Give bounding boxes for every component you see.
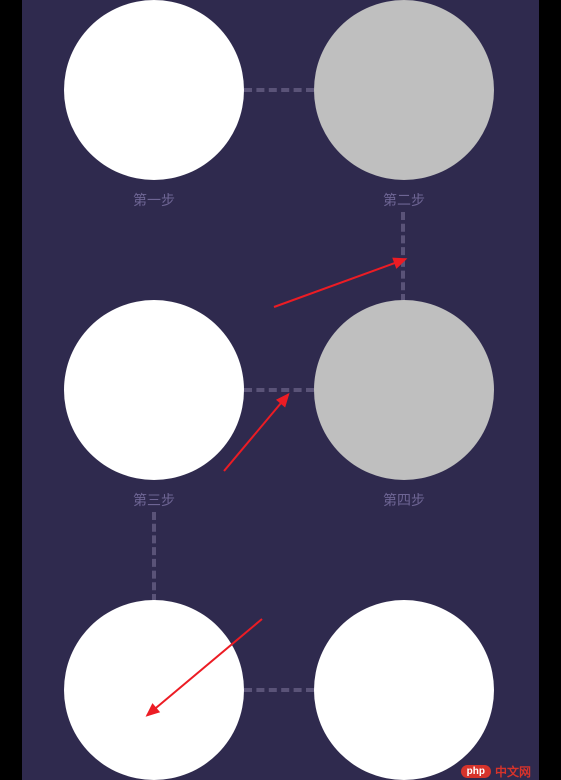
connector-step5-step6	[244, 688, 314, 692]
watermark-text: 中文网	[495, 763, 531, 780]
diagram-canvas: 第一步 第二步 第三步 第四步	[22, 0, 539, 780]
step-circle-2	[314, 0, 494, 180]
step-circle-4	[314, 300, 494, 480]
step-circle-6	[314, 600, 494, 780]
connector-step3-step5	[152, 512, 156, 602]
step-circle-3	[64, 300, 244, 480]
step-circle-1	[64, 0, 244, 180]
step-circle-5	[64, 600, 244, 780]
connector-step1-step2	[244, 88, 314, 92]
step-label-2: 第二步	[314, 190, 494, 210]
watermark: php 中文网	[461, 763, 531, 780]
step-label-4: 第四步	[314, 490, 494, 510]
annotation-arrow-1	[274, 258, 406, 308]
step-label-3: 第三步	[64, 490, 244, 510]
watermark-badge: php	[461, 765, 491, 778]
step-label-1: 第一步	[64, 190, 244, 210]
connector-step3-step4	[244, 388, 314, 392]
